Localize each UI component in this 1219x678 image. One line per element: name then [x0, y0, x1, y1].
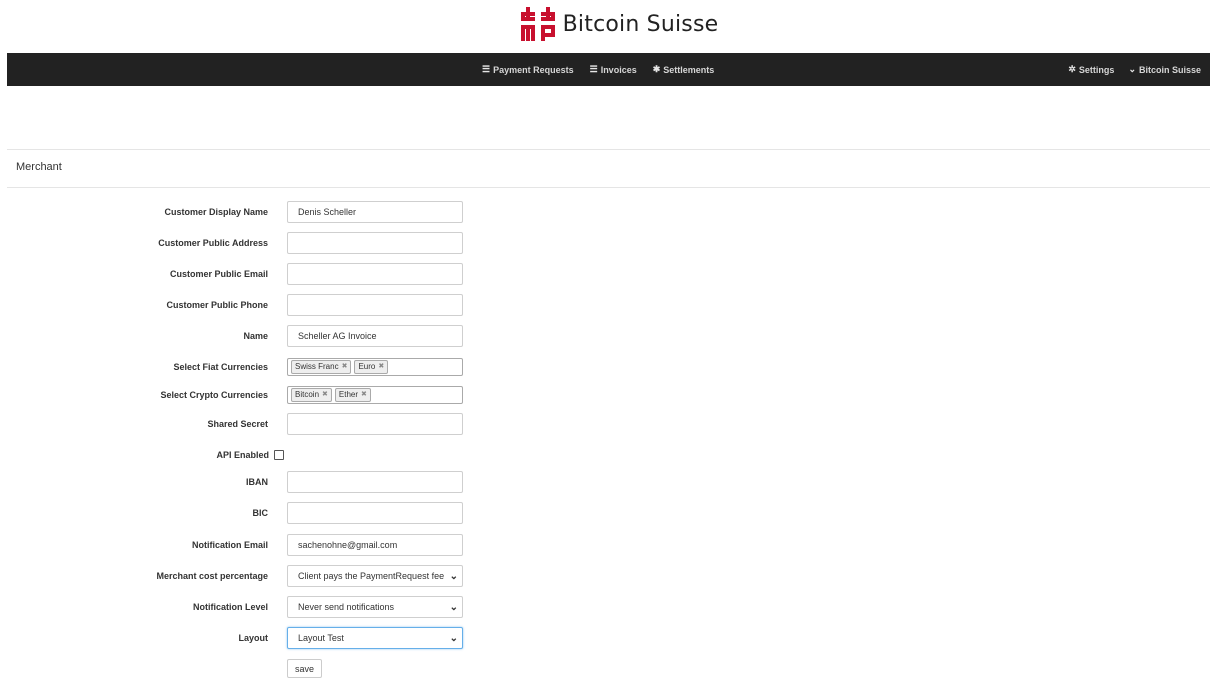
chevron-down-icon: ⌄: [449, 601, 458, 613]
merchant-cost-percentage-label: Merchant cost percentage: [156, 571, 268, 581]
notification-level-value: Never send notifications: [298, 602, 395, 612]
customer-public-phone-input[interactable]: [287, 294, 463, 316]
row-merchant-cost-percentage: Merchant cost percentage Client pays the…: [0, 564, 463, 588]
fiat-tag-label: Swiss Franc: [295, 362, 339, 371]
piggy-bank-icon: ✱: [652, 64, 661, 74]
notification-level-select[interactable]: Never send notifications ⌄: [287, 596, 463, 618]
customer-display-name-input[interactable]: Denis Scheller: [287, 201, 463, 223]
row-customer-public-address: Customer Public Address: [0, 231, 463, 255]
crypto-tag-label: Bitcoin: [295, 390, 320, 399]
remove-tag-icon[interactable]: ✖: [322, 389, 328, 401]
nav-payment-requests[interactable]: ☰ Payment Requests: [482, 64, 574, 75]
gear-icon: ✲: [1068, 64, 1076, 74]
chevron-down-icon: ⌄: [1128, 64, 1136, 74]
section-title: Merchant: [16, 161, 62, 173]
save-button[interactable]: save: [287, 659, 323, 678]
row-customer-display-name: Customer Display Name Denis Scheller: [0, 200, 463, 224]
fiat-currencies-label: Select Fiat Currencies: [173, 362, 268, 372]
customer-public-phone-label: Customer Public Phone: [166, 300, 268, 310]
notification-email-input[interactable]: sachenohne@gmail.com: [287, 534, 463, 556]
customer-public-email-label: Customer Public Email: [169, 269, 268, 279]
bic-label: BIC: [252, 508, 269, 518]
nav-settings[interactable]: ✲ Settings: [1068, 64, 1114, 75]
customer-display-name-label: Customer Display Name: [164, 207, 268, 217]
fiat-tag[interactable]: Swiss Franc ✖: [291, 360, 352, 374]
top-navbar: ☰ Payment Requests ☰ Invoices ✱ Settleme…: [7, 53, 1210, 86]
row-shared-secret: Shared Secret: [0, 412, 463, 436]
brand-name: Bitcoin Suisse: [562, 11, 719, 37]
notification-email-label: Notification Email: [191, 540, 268, 550]
nav-settlements-label: Settlements: [663, 64, 715, 75]
name-input[interactable]: Scheller AG Invoice: [287, 325, 463, 347]
iban-input[interactable]: [287, 471, 463, 493]
list-icon: ☰: [589, 64, 598, 74]
nav-invoices-label: Invoices: [600, 64, 637, 75]
customer-public-address-label: Customer Public Address: [158, 238, 268, 248]
row-bic: BIC: [0, 501, 463, 525]
row-customer-public-phone: Customer Public Phone: [0, 293, 463, 317]
list-icon: ☰: [482, 64, 491, 74]
nav-account-dropdown[interactable]: ⌄ Bitcoin Suisse: [1128, 64, 1201, 75]
bic-input[interactable]: [287, 502, 463, 524]
crypto-currencies-multiselect[interactable]: Bitcoin ✖ Ether ✖: [287, 386, 463, 404]
row-notification-level: Notification Level Never send notificati…: [0, 595, 463, 619]
crypto-tag[interactable]: Bitcoin ✖: [291, 388, 332, 402]
merchant-cost-percentage-value: Client pays the PaymentRequest fee: [298, 571, 444, 581]
remove-tag-icon[interactable]: ✖: [342, 361, 348, 373]
nav-settlements[interactable]: ✱ Settlements: [653, 64, 715, 75]
layout-label: Layout: [238, 633, 268, 643]
divider: [7, 187, 1210, 188]
row-crypto-currencies: Select Crypto Currencies Bitcoin ✖ Ether ✖: [0, 383, 463, 407]
row-api-enabled: API Enabled: [0, 443, 284, 467]
chevron-down-icon: ⌄: [449, 570, 458, 582]
nav-account-label: Bitcoin Suisse: [1138, 64, 1201, 75]
remove-tag-icon[interactable]: ✖: [378, 361, 384, 373]
row-layout: Layout Layout Test ⌄: [0, 626, 463, 650]
api-enabled-checkbox[interactable]: [274, 450, 284, 460]
remove-tag-icon[interactable]: ✖: [361, 389, 367, 401]
crypto-tag-label: Ether: [338, 390, 359, 399]
row-customer-public-email: Customer Public Email: [0, 262, 463, 286]
nav-settings-label: Settings: [1078, 64, 1115, 75]
shared-secret-label: Shared Secret: [207, 419, 268, 429]
notification-level-label: Notification Level: [192, 602, 268, 612]
customer-public-address-input[interactable]: [287, 232, 463, 254]
crypto-currencies-label: Select Crypto Currencies: [160, 390, 268, 400]
layout-select[interactable]: Layout Test ⌄: [287, 627, 463, 649]
row-fiat-currencies: Select Fiat Currencies Swiss Franc ✖ Euro…: [0, 355, 463, 379]
shared-secret-input[interactable]: [287, 413, 463, 435]
name-label: Name: [243, 331, 268, 341]
row-notification-email: Notification Email sachenohne@gmail.com: [0, 533, 463, 557]
chevron-down-icon: ⌄: [449, 632, 458, 644]
iban-label: IBAN: [246, 477, 268, 487]
brand-header: Bitcoin Suisse: [0, 6, 1219, 42]
divider: [7, 149, 1210, 150]
nav-invoices[interactable]: ☰ Invoices: [590, 64, 637, 75]
customer-public-email-input[interactable]: [287, 263, 463, 285]
row-iban: IBAN: [0, 470, 463, 494]
layout-value: Layout Test: [298, 633, 344, 643]
api-enabled-label: API Enabled: [216, 450, 269, 460]
nav-payment-requests-label: Payment Requests: [493, 64, 574, 75]
crypto-tag[interactable]: Ether ✖: [334, 388, 371, 402]
merchant-cost-percentage-select[interactable]: Client pays the PaymentRequest fee ⌄: [287, 565, 463, 587]
fiat-currencies-multiselect[interactable]: Swiss Franc ✖ Euro ✖: [287, 358, 463, 376]
fiat-tag[interactable]: Euro ✖: [354, 360, 389, 374]
bitcoin-suisse-logo: [520, 7, 555, 41]
fiat-tag-label: Euro: [358, 362, 376, 371]
row-name: Name Scheller AG Invoice: [0, 324, 463, 348]
